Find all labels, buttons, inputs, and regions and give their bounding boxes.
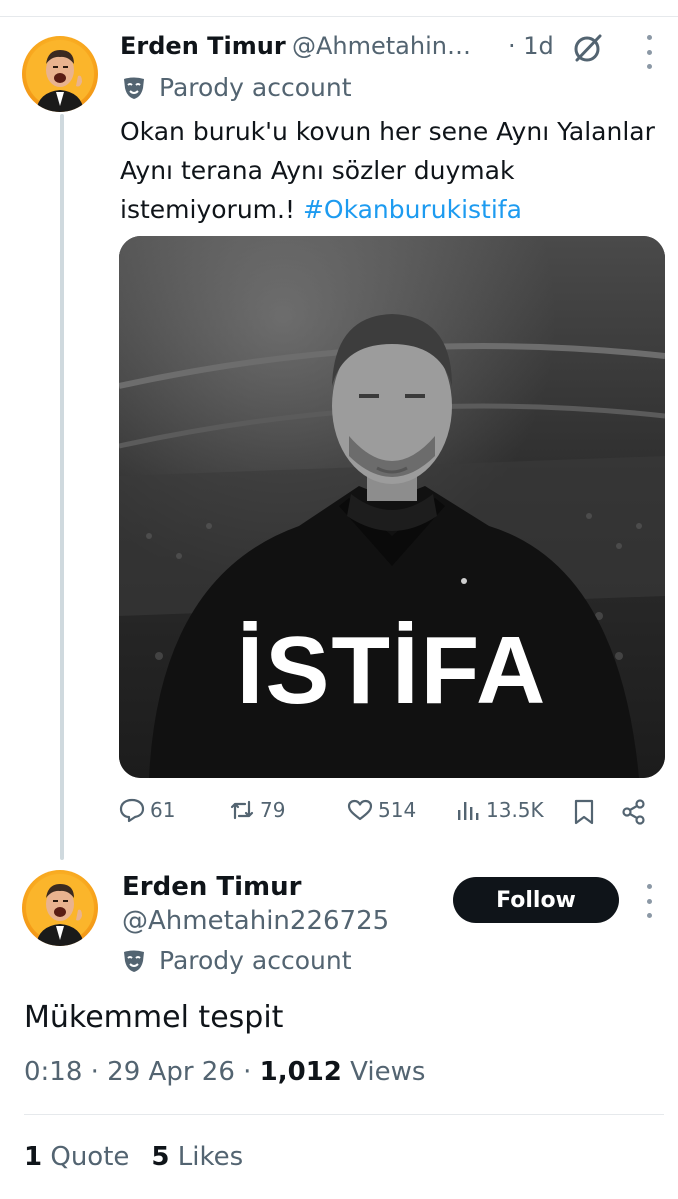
reply-views-label: Views	[341, 1057, 426, 1087]
action-bar: 61 79 514 13.5K	[118, 796, 678, 832]
grok-icon[interactable]	[571, 31, 605, 65]
image-caption-text: İSTİFA	[236, 617, 548, 724]
repost-count: 79	[260, 798, 286, 822]
reply-button[interactable]: 61	[118, 796, 175, 824]
likes-label: Likes	[169, 1142, 244, 1172]
post-time[interactable]: · 1d	[508, 32, 554, 60]
reply-count: 61	[150, 798, 176, 822]
parody-mask-icon	[124, 950, 144, 972]
views-count: 13.5K	[486, 798, 544, 822]
reply-author-handle[interactable]: @Ahmetahin226725	[122, 906, 389, 936]
reply-timestamp[interactable]: 0:18 · 29 Apr 26 ·	[24, 1057, 260, 1087]
quotes-link[interactable]: 1 Quote	[24, 1142, 129, 1172]
parody-label: Parody account	[121, 73, 352, 102]
reply-more-icon[interactable]	[645, 884, 653, 918]
follow-button[interactable]: Follow	[453, 877, 619, 923]
reply-views-count: 1,012	[259, 1057, 342, 1087]
reply-parody-label: Parody account	[121, 946, 352, 975]
like-count: 514	[378, 798, 417, 822]
stats-divider	[24, 1114, 664, 1115]
post-detail-page: Erden Timur @Ahmetahin… · 1d Parody acco…	[0, 0, 678, 1199]
reply-text: Mükemmel tespit	[24, 1000, 284, 1035]
like-button[interactable]: 514	[346, 796, 416, 824]
repost-button[interactable]: 79	[228, 796, 285, 824]
reply-author-name[interactable]: Erden Timur	[122, 872, 301, 902]
views-icon	[458, 802, 479, 820]
more-icon[interactable]	[645, 35, 653, 69]
reply-avatar[interactable]	[22, 870, 98, 946]
parody-text: Parody account	[159, 73, 352, 102]
likes-link[interactable]: 5 Likes	[151, 1142, 243, 1172]
post-image[interactable]: İSTİFA	[119, 236, 665, 778]
like-icon	[347, 799, 373, 821]
quotes-count: 1	[24, 1142, 43, 1172]
author-name[interactable]: Erden Timur	[120, 32, 286, 60]
parody-mask-icon	[124, 77, 144, 99]
reply-meta: 0:18 · 29 Apr 26 · 1,012 Views	[24, 1057, 425, 1087]
hashtag-link[interactable]: #Okanburukistifa	[303, 195, 522, 224]
repost-icon	[230, 800, 254, 820]
post-text: Okan buruk'u kovun her sene Aynı Yalanla…	[120, 112, 660, 229]
quotes-label: Quote	[42, 1142, 130, 1172]
reply-stats: 1 Quote 5 Likes	[24, 1142, 243, 1172]
reply-parody-text: Parody account	[159, 946, 352, 975]
views-button[interactable]: 13.5K	[454, 796, 544, 824]
reply-icon	[119, 798, 145, 823]
avatar[interactable]	[22, 36, 98, 112]
share-icon[interactable]	[620, 798, 648, 826]
likes-count: 5	[151, 1142, 170, 1172]
bookmark-icon[interactable]	[570, 798, 598, 826]
author-handle[interactable]: @Ahmetahin…	[292, 32, 492, 60]
thread-line	[60, 114, 64, 860]
top-divider	[0, 16, 678, 17]
